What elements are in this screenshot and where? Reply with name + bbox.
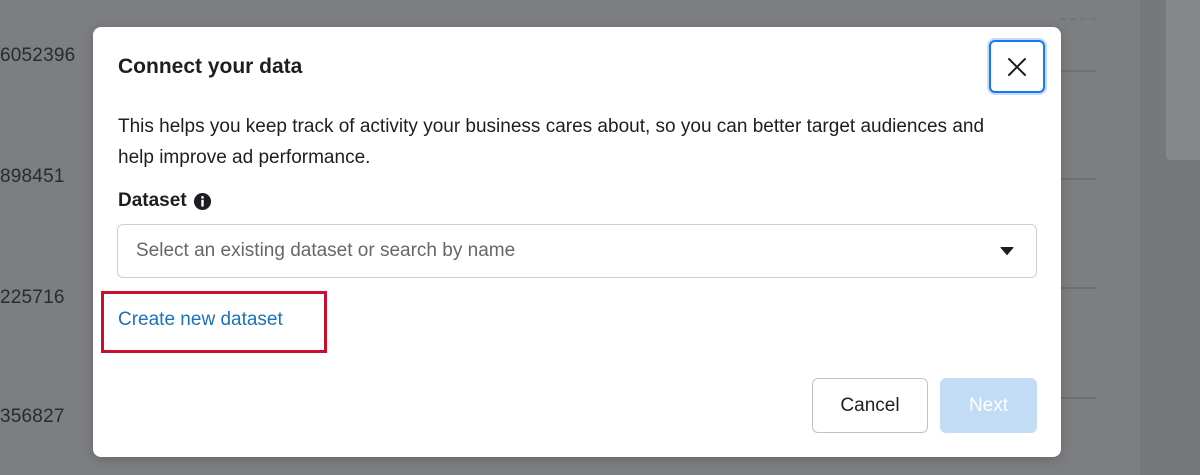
background-divider bbox=[1060, 70, 1096, 72]
dialog-description: This helps you keep track of activity yo… bbox=[118, 116, 985, 168]
background-row-number: 225716 bbox=[0, 287, 65, 308]
dataset-select[interactable]: Select an existing dataset or search by … bbox=[117, 224, 1037, 278]
background-divider bbox=[1060, 397, 1096, 399]
dialog-title: Connect your data bbox=[118, 55, 303, 78]
close-button[interactable] bbox=[989, 40, 1045, 93]
cancel-button[interactable]: Cancel bbox=[812, 378, 928, 433]
dataset-select-placeholder: Select an existing dataset or search by … bbox=[136, 240, 516, 261]
dataset-label-row: Dataset bbox=[118, 190, 212, 212]
next-button[interactable]: Next bbox=[940, 378, 1037, 433]
background-divider bbox=[1060, 18, 1096, 20]
connect-data-dialog: Connect your data This helps you keep tr… bbox=[93, 27, 1061, 457]
close-icon bbox=[1008, 57, 1026, 76]
caret-down-icon bbox=[1000, 247, 1014, 255]
background-row-number: 6052396 bbox=[0, 45, 76, 66]
background-row-number: 898451 bbox=[0, 166, 65, 187]
background-divider bbox=[1060, 178, 1096, 180]
background-row-number: 356827 bbox=[0, 406, 65, 427]
dataset-label: Dataset bbox=[118, 190, 187, 211]
info-circle-icon[interactable] bbox=[193, 192, 212, 211]
create-new-dataset-link[interactable]: Create new dataset bbox=[118, 309, 283, 331]
background-divider bbox=[1060, 287, 1096, 289]
background-right-card bbox=[1166, 0, 1200, 160]
